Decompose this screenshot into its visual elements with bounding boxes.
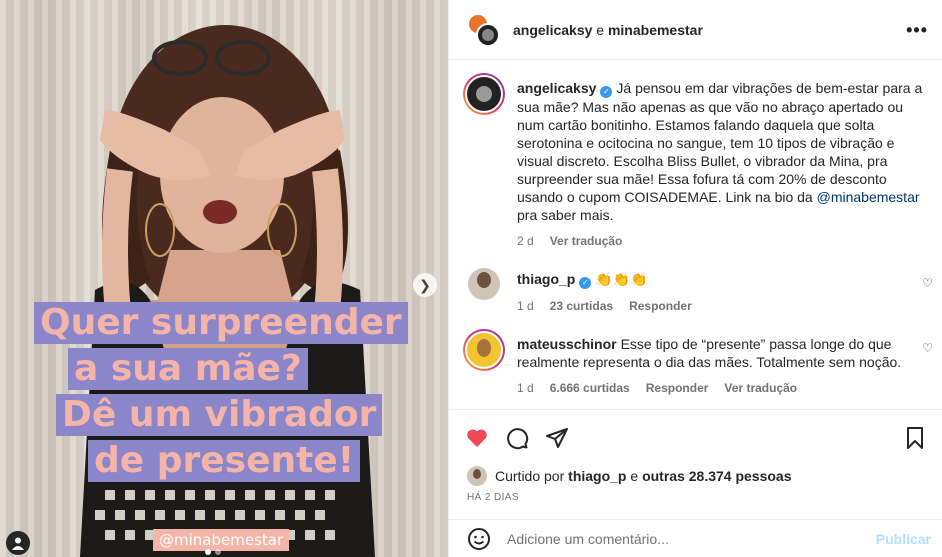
caption-username[interactable]: angelicaksy bbox=[517, 80, 596, 96]
heart-filled-icon[interactable] bbox=[465, 426, 489, 450]
mention-link[interactable]: @minabemestar bbox=[817, 189, 920, 205]
emoji-icon[interactable] bbox=[467, 527, 491, 551]
comment-time[interactable]: 1 d bbox=[517, 297, 534, 315]
translate-link[interactable]: Ver tradução bbox=[550, 232, 623, 250]
post-media[interactable]: Quer surpreender a sua mãe? Dê um vibrad… bbox=[0, 0, 448, 557]
comment-text: 👏👏👏 bbox=[595, 271, 648, 287]
comment-icon[interactable] bbox=[505, 426, 529, 450]
carousel-dots bbox=[205, 549, 221, 555]
comment-likes[interactable]: 6.666 curtidas bbox=[550, 379, 630, 397]
verified-icon: ✓ bbox=[600, 86, 613, 98]
publish-button[interactable]: Publicar bbox=[876, 531, 931, 547]
overlay-text: Quer surpreender a sua mãe? Dê um vibrad… bbox=[34, 302, 434, 486]
comments-feed[interactable]: angelicaksy ✓ Já pensou em dar vibrações d… bbox=[449, 61, 942, 409]
authors-conjunction: e bbox=[596, 21, 605, 38]
overlay-line: a sua mãe? bbox=[68, 348, 308, 390]
comment-input[interactable] bbox=[507, 530, 876, 547]
likes-conjunction: e bbox=[630, 468, 639, 484]
post-authors: angelicaksy e minabemestar bbox=[513, 22, 703, 38]
avatar[interactable] bbox=[463, 329, 505, 371]
heart-outline-icon[interactable]: ♡ bbox=[922, 341, 933, 355]
avatar[interactable] bbox=[468, 268, 500, 300]
caption: angelicaksy ✓ Já pensou em dar vibrações d… bbox=[449, 61, 942, 250]
comment-time[interactable]: 1 d bbox=[517, 379, 534, 397]
likes-summary: Curtido por thiago_p e outras 28.374 pes… bbox=[467, 466, 792, 486]
caption-text-end: pra saber mais. bbox=[517, 207, 614, 223]
share-icon[interactable] bbox=[545, 426, 569, 450]
carousel-dot bbox=[215, 549, 221, 555]
overlay-line: Dê um vibrador bbox=[56, 394, 383, 436]
likes-user-link[interactable]: thiago_p bbox=[568, 468, 626, 484]
collab-avatars[interactable] bbox=[467, 12, 501, 47]
action-bar bbox=[449, 409, 942, 461]
translate-link[interactable]: Ver tradução bbox=[724, 379, 797, 397]
author-link[interactable]: angelicaksy bbox=[513, 22, 592, 38]
caption-time[interactable]: 2 d bbox=[517, 232, 534, 250]
avatar[interactable] bbox=[463, 73, 505, 115]
likes-prefix: Curtido por bbox=[495, 468, 565, 484]
overlay-line: Quer surpreender bbox=[34, 302, 408, 344]
post-side-panel: angelicaksy e minabemestar ••• angelicak… bbox=[448, 0, 942, 557]
handle-tag: @minabemestar bbox=[153, 529, 290, 551]
comment-username[interactable]: thiago_p bbox=[517, 271, 575, 287]
comment-item: mateusschinor Esse tipo de “presente” pas… bbox=[449, 329, 942, 397]
next-image-button[interactable]: ❯ bbox=[413, 273, 437, 297]
heart-outline-icon[interactable]: ♡ bbox=[922, 276, 933, 290]
bookmark-icon[interactable] bbox=[903, 426, 927, 450]
overlay-line: de presente! bbox=[88, 440, 361, 482]
tagged-users-button[interactable] bbox=[6, 531, 30, 555]
carousel-dot bbox=[205, 549, 211, 555]
add-comment-bar: Publicar bbox=[449, 519, 942, 557]
reply-button[interactable]: Responder bbox=[629, 297, 692, 315]
more-options-icon[interactable]: ••• bbox=[906, 20, 928, 41]
post-time[interactable]: HÁ 2 DIAS bbox=[467, 492, 519, 503]
avatar bbox=[476, 22, 500, 47]
reply-button[interactable]: Responder bbox=[646, 379, 709, 397]
comment-username[interactable]: mateusschinor bbox=[517, 336, 617, 352]
author-link[interactable]: minabemestar bbox=[608, 22, 703, 38]
comment-item: thiago_p ✓ 👏👏👏 1 d 23 curtidas Responder ♡ bbox=[449, 264, 942, 315]
likes-count-link[interactable]: outras 28.374 pessoas bbox=[642, 468, 791, 484]
avatar[interactable] bbox=[467, 466, 487, 486]
post-header: angelicaksy e minabemestar ••• bbox=[449, 0, 942, 60]
chevron-right-icon: ❯ bbox=[419, 276, 431, 293]
comment-likes[interactable]: 23 curtidas bbox=[550, 297, 613, 315]
user-icon bbox=[12, 537, 24, 550]
caption-text: Já pensou em dar vibrações de bem-estar … bbox=[517, 80, 923, 205]
verified-icon: ✓ bbox=[579, 277, 592, 289]
